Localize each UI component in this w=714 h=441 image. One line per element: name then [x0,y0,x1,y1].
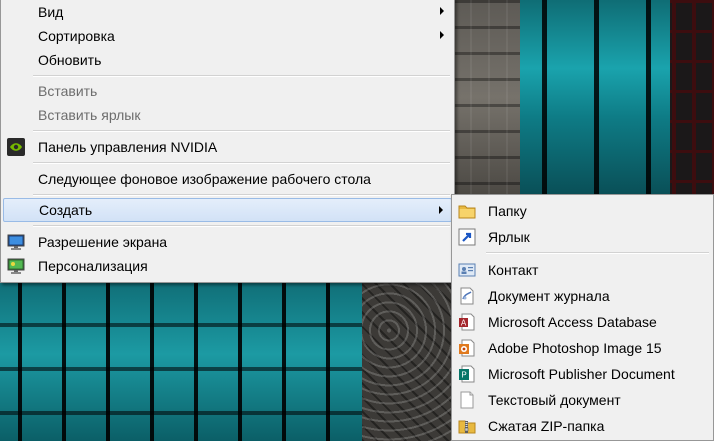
menu-item-label: Персонализация [38,258,148,274]
submenu-arrow-icon [439,206,443,214]
menu-item-label: Текстовый документ [488,392,621,408]
journal-icon [458,287,476,305]
personalization-icon [7,257,25,275]
submenu-item-folder[interactable]: Папку [454,199,711,223]
menu-item-next-background[interactable]: Следующее фоновое изображение рабочего с… [3,167,452,191]
menu-item-paste-shortcut[interactable]: Вставить ярлык [3,103,452,127]
menu-item-label: Следующее фоновое изображение рабочего с… [38,171,371,187]
menu-item-view[interactable]: Вид [3,0,452,24]
zip-folder-icon [458,417,476,435]
menu-item-label: Папку [488,203,527,219]
menu-item-label: Adobe Photoshop Image 15 [488,340,662,356]
menu-separator [33,162,450,164]
svg-text:A: A [461,319,467,328]
submenu-item-contact[interactable]: Контакт [454,258,711,282]
menu-item-label: Создать [39,202,93,218]
menu-item-screen-resolution[interactable]: Разрешение экрана [3,230,452,254]
submenu-arrow-icon [440,7,444,15]
submenu-item-zip-folder[interactable]: Сжатая ZIP-папка [454,414,711,438]
menu-item-personalization[interactable]: Персонализация [3,254,452,278]
menu-item-label: Сжатая ZIP-папка [488,418,605,434]
wallpaper-stone [452,0,520,195]
publisher-icon: P [458,365,476,383]
wallpaper-ornament [362,283,452,441]
menu-item-create[interactable]: Создать [3,198,452,222]
menu-separator [33,225,450,227]
desktop-context-menu: Вид Сортировка Обновить Вставить Вставит… [0,0,455,283]
text-document-icon [458,391,476,409]
folder-icon [458,202,476,220]
submenu-item-journal-document[interactable]: Документ журнала [454,284,711,308]
menu-item-label: Microsoft Publisher Document [488,366,675,382]
photoshop-icon [458,339,476,357]
menu-item-paste[interactable]: Вставить [3,79,452,103]
wallpaper-teal-window-2 [0,283,362,441]
menu-separator [33,130,450,132]
submenu-item-text-document[interactable]: Текстовый документ [454,388,711,412]
menu-item-label: Вставить [38,83,98,99]
menu-item-nvidia-control-panel[interactable]: Панель управления NVIDIA [3,135,452,159]
menu-separator [486,252,709,254]
nvidia-icon [7,138,25,156]
create-submenu: Папку Ярлык Контакт Документ журнала A M… [451,194,714,441]
shortcut-icon [458,228,476,246]
submenu-item-publisher-document[interactable]: P Microsoft Publisher Document [454,362,711,386]
menu-item-label: Документ журнала [488,288,610,304]
menu-item-label: Обновить [38,52,102,68]
wallpaper-teal-window [520,0,670,195]
svg-text:P: P [461,371,466,380]
menu-item-label: Панель управления NVIDIA [38,139,218,155]
menu-separator [33,194,450,196]
menu-item-label: Контакт [488,262,539,278]
menu-item-label: Вставить ярлык [38,107,141,123]
menu-item-label: Ярлык [488,229,530,245]
access-icon: A [458,313,476,331]
menu-item-label: Разрешение экрана [38,234,168,250]
contact-icon [458,261,476,279]
menu-item-refresh[interactable]: Обновить [3,48,452,72]
menu-item-label: Сортировка [38,28,115,44]
menu-item-sort[interactable]: Сортировка [3,24,452,48]
submenu-item-access-database[interactable]: A Microsoft Access Database [454,310,711,334]
menu-separator [33,75,450,77]
display-icon [7,233,25,251]
submenu-item-photoshop-image[interactable]: Adobe Photoshop Image 15 [454,336,711,360]
submenu-item-shortcut[interactable]: Ярлык [454,225,711,249]
menu-item-label: Microsoft Access Database [488,314,657,330]
submenu-arrow-icon [440,31,444,39]
menu-item-label: Вид [38,4,64,20]
